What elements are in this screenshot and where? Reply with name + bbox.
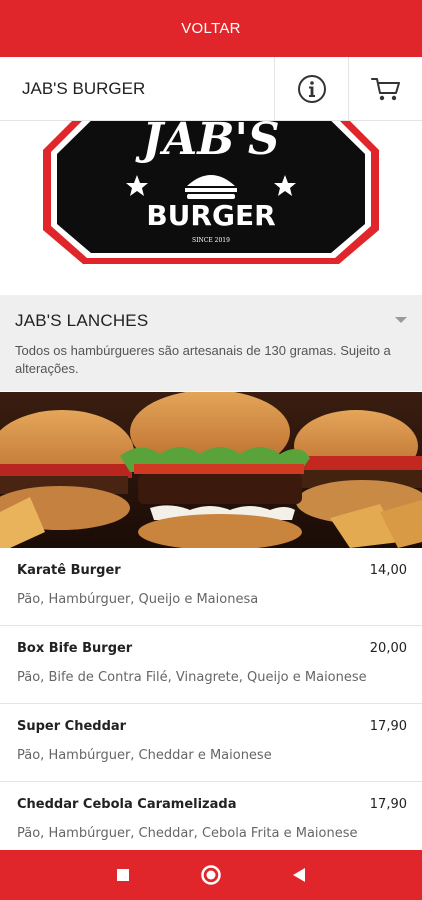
item-price: 20,00	[369, 641, 407, 656]
recents-button[interactable]	[79, 850, 167, 900]
cart-button[interactable]	[348, 56, 422, 121]
info-icon	[297, 74, 326, 103]
item-description: Pão, Bife de Contra Filé, Vinagrete, Que…	[17, 670, 367, 685]
menu-item[interactable]: Cheddar Cebola Caramelizada 17,90 Pão, H…	[0, 782, 422, 860]
top-bar: VOLTAR	[0, 0, 422, 57]
system-nav-bar	[0, 850, 422, 900]
item-price: 17,90	[369, 719, 407, 734]
item-name: Cheddar Cebola Caramelizada	[17, 797, 237, 812]
menu-item[interactable]: Box Bife Burger 20,00 Pão, Bife de Contr…	[0, 626, 422, 704]
menu-item[interactable]: Super Cheddar 17,90 Pão, Hambúrguer, Che…	[0, 704, 422, 782]
item-description: Pão, Hambúrguer, Cheddar e Maionese	[17, 748, 272, 763]
back-nav-button[interactable]	[255, 850, 343, 900]
item-name: Super Cheddar	[17, 719, 127, 734]
category-section[interactable]: JAB'S LANCHES Todos os hambúrgueres são …	[0, 295, 422, 391]
triangle-back-icon	[293, 868, 305, 882]
store-header: JAB'S BURGER	[0, 56, 422, 121]
home-button[interactable]	[167, 850, 255, 900]
back-button[interactable]: VOLTAR	[181, 20, 241, 37]
menu-item-list: Karatê Burger 14,00 Pão, Hambúrguer, Que…	[0, 548, 422, 860]
circle-icon	[201, 865, 221, 885]
menu-item[interactable]: Karatê Burger 14,00 Pão, Hambúrguer, Que…	[0, 548, 422, 626]
logo-since: SINCE 2019	[192, 237, 230, 244]
category-title: JAB'S LANCHES	[15, 311, 149, 330]
chevron-down-icon[interactable]	[395, 317, 407, 325]
store-name: JAB'S BURGER	[22, 78, 146, 98]
item-description: Pão, Hambúrguer, Queijo e Maionesa	[17, 592, 259, 607]
item-price: 14,00	[369, 563, 407, 578]
item-name: Box Bife Burger	[17, 641, 133, 656]
category-photo	[0, 392, 422, 548]
logo-line2: BURGER	[146, 199, 275, 232]
category-description: Todos os hambúrgueres são artesanais de …	[15, 343, 391, 376]
logo-line1: JAB'S	[135, 114, 279, 165]
item-description: Pão, Hambúrguer, Cheddar, Cebola Frita e…	[17, 826, 358, 841]
item-price: 17,90	[369, 797, 407, 812]
square-icon	[117, 869, 129, 881]
item-name: Karatê Burger	[17, 563, 121, 578]
info-button[interactable]	[274, 56, 348, 121]
cart-icon	[370, 77, 400, 100]
